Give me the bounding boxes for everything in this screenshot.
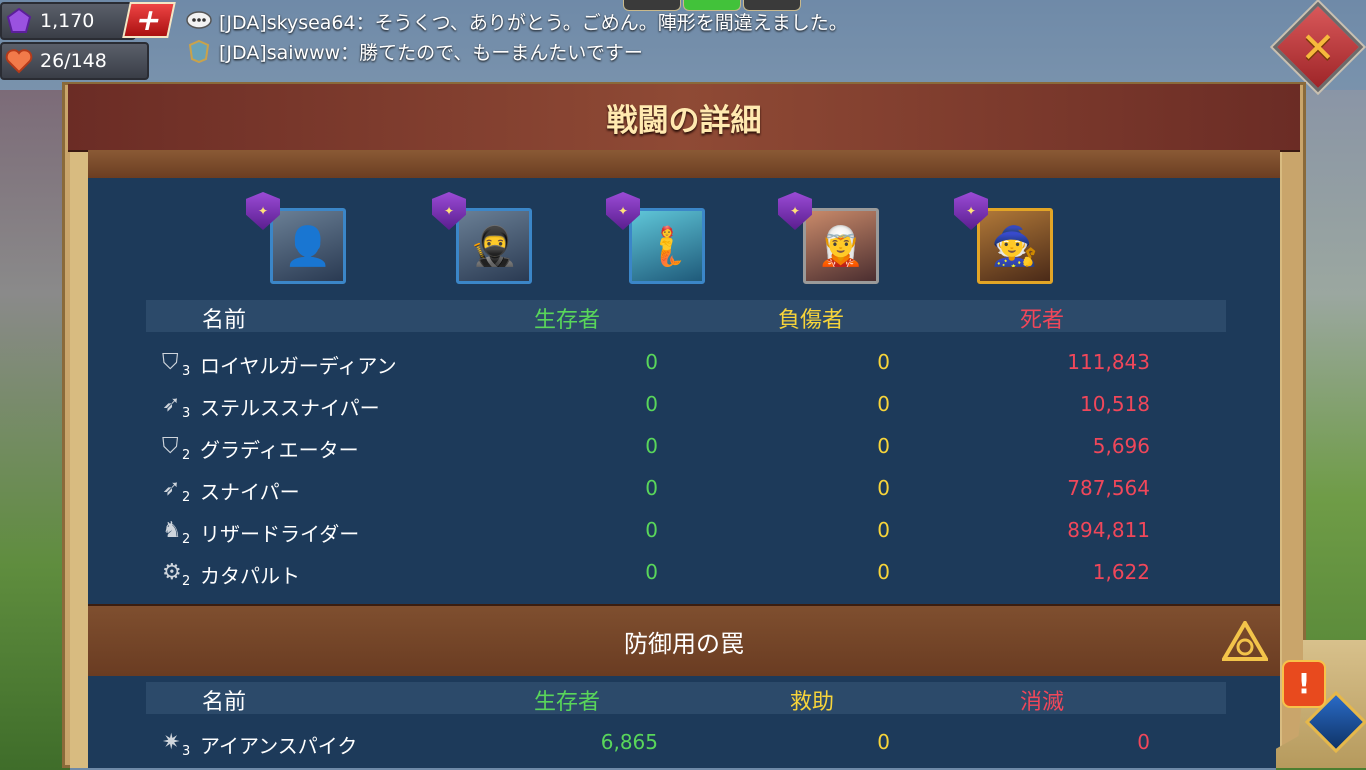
table-row: ⚙ 2 カタパルト 0 0 1,622 <box>88 552 1280 594</box>
hero-row: 👤 ✦ 🥷 ✦ 🧜 ✦ 🧝 ✦ 🧙 ✦ <box>88 192 1280 288</box>
traps-table-header: 名前 生存者 救助 消滅 <box>146 682 1226 715</box>
unit-name: ステルススナイパー <box>200 396 380 420</box>
chat-message-text: [JDA]skysea64：そうくつ、ありがとう。ごめん。陣形を間違えました。 <box>219 11 848 34</box>
troops-section[interactable]: 👤 ✦ 🥷 ✦ 🧜 ✦ 🧝 ✦ 🧙 ✦ 名前 生存者 負傷者 死者 ⛉ 3 ロイヤ… <box>88 178 1280 604</box>
destroyed-value: 0 <box>1137 730 1150 754</box>
traps-section-header: 防御用の罠 <box>88 604 1280 678</box>
panel-title-bar: 戦闘の詳細 <box>68 84 1300 152</box>
wounded-value: 0 <box>877 476 890 500</box>
wounded-value: 0 <box>877 518 890 542</box>
table-row: ✷ 3 アイアンスパイク 6,865 0 0 <box>88 722 1280 764</box>
col-survivors: 生存者 <box>534 690 601 715</box>
col-destroyed: 消滅 <box>1020 690 1065 715</box>
chat-feed[interactable]: [JDA]skysea64：そうくつ、ありがとう。ごめん。陣形を間違えました。 … <box>185 6 848 66</box>
chat-bubble-icon <box>185 9 213 33</box>
col-wounded: 負傷者 <box>778 308 845 333</box>
traps-title: 防御用の罠 <box>624 629 744 658</box>
hero-portrait[interactable]: 🧜 <box>629 208 705 284</box>
page-title: 戦闘の詳細 <box>606 102 762 139</box>
dead-value: 1,622 <box>1092 560 1150 584</box>
stamina-counter: 26/148 <box>0 42 149 80</box>
corner-shortcuts: ! <box>1276 640 1366 768</box>
shield-icon: ⛉ 3 <box>162 350 191 379</box>
bow-icon: ➶ 3 <box>162 392 191 421</box>
traps-section[interactable]: 名前 生存者 救助 消滅 ✷ 3 アイアンスパイク 6,865 0 0 <box>88 676 1280 768</box>
wounded-value: 0 <box>877 392 890 416</box>
dead-value: 894,811 <box>1067 518 1150 542</box>
table-row: ➶ 2 スナイパー 0 0 787,564 <box>88 468 1280 510</box>
survivors-value: 6,865 <box>600 730 658 754</box>
heart-icon <box>2 44 36 78</box>
dead-value: 10,518 <box>1080 392 1150 416</box>
survivors-value: 0 <box>645 518 658 542</box>
unit-name: グラディエーター <box>200 438 359 462</box>
col-name: 名前 <box>202 308 247 333</box>
gem-icon <box>2 4 36 38</box>
survivors-value: 0 <box>645 350 658 374</box>
trap-name: アイアンスパイク <box>200 734 358 758</box>
table-row: ⛉ 3 ロイヤルガーディアン 0 0 111,843 <box>88 342 1280 384</box>
add-gems-button[interactable]: + <box>122 2 176 38</box>
close-icon: ✕ <box>1300 22 1336 72</box>
table-row: ⛉ 2 グラディエーター 0 0 5,696 <box>88 426 1280 468</box>
dead-value: 5,696 <box>1092 434 1150 458</box>
hero-portrait[interactable]: 🧙 <box>977 208 1053 284</box>
wounded-value: 0 <box>877 350 890 374</box>
troops-table-header: 名前 生存者 負傷者 死者 <box>146 300 1226 333</box>
trap-icon <box>1222 620 1268 662</box>
unit-name: リザードライダー <box>200 522 360 546</box>
bow-icon: ➶ 2 <box>162 476 191 505</box>
catapult-icon: ⚙ 2 <box>162 560 191 589</box>
hero-portrait[interactable]: 🥷 <box>456 208 532 284</box>
col-rescued: 救助 <box>790 690 835 715</box>
table-row: ➶ 3 ステルススナイパー 0 0 10,518 <box>88 384 1280 426</box>
rescued-value: 0 <box>877 730 890 754</box>
guild-emblem-icon <box>185 39 213 63</box>
dead-value: 111,843 <box>1067 350 1150 374</box>
gem-count: 1,170 <box>40 10 95 32</box>
col-dead: 死者 <box>1020 308 1065 333</box>
page-tabs <box>623 0 801 11</box>
horse-icon: ♞ 2 <box>162 518 191 547</box>
alert-icon[interactable]: ! <box>1282 660 1326 708</box>
stamina-count: 26/148 <box>40 50 107 72</box>
wounded-value: 0 <box>877 560 890 584</box>
gem-counter: 1,170 <box>0 2 136 40</box>
wounded-value: 0 <box>877 434 890 458</box>
hero-portrait[interactable]: 👤 <box>270 208 346 284</box>
page-tab-indicator[interactable] <box>743 0 801 11</box>
survivors-value: 0 <box>645 434 658 458</box>
survivors-value: 0 <box>645 392 658 416</box>
unit-name: カタパルト <box>200 564 300 588</box>
table-row: ♞ 2 リザードライダー 0 0 894,811 <box>88 510 1280 552</box>
col-name: 名前 <box>202 690 247 715</box>
shield-icon: ⛉ 2 <box>162 434 191 463</box>
page-tab-indicator[interactable] <box>623 0 681 11</box>
chat-message: [JDA]saiwww：勝てたので、もーまんたいですー <box>185 36 848 66</box>
chat-message-text: [JDA]saiwww：勝てたので、もーまんたいですー <box>219 41 643 64</box>
background-left <box>0 90 70 770</box>
dead-value: 787,564 <box>1067 476 1150 500</box>
spike-icon: ✷ 3 <box>162 730 191 759</box>
page-tab-indicator-active[interactable] <box>683 0 741 11</box>
col-survivors: 生存者 <box>534 308 601 333</box>
unit-name: スナイパー <box>200 480 300 504</box>
survivors-value: 0 <box>645 560 658 584</box>
close-button[interactable]: ✕ <box>1272 1 1364 93</box>
section-strip <box>88 150 1280 180</box>
survivors-value: 0 <box>645 476 658 500</box>
hero-portrait[interactable]: 🧝 <box>803 208 879 284</box>
unit-name: ロイヤルガーディアン <box>200 354 397 378</box>
